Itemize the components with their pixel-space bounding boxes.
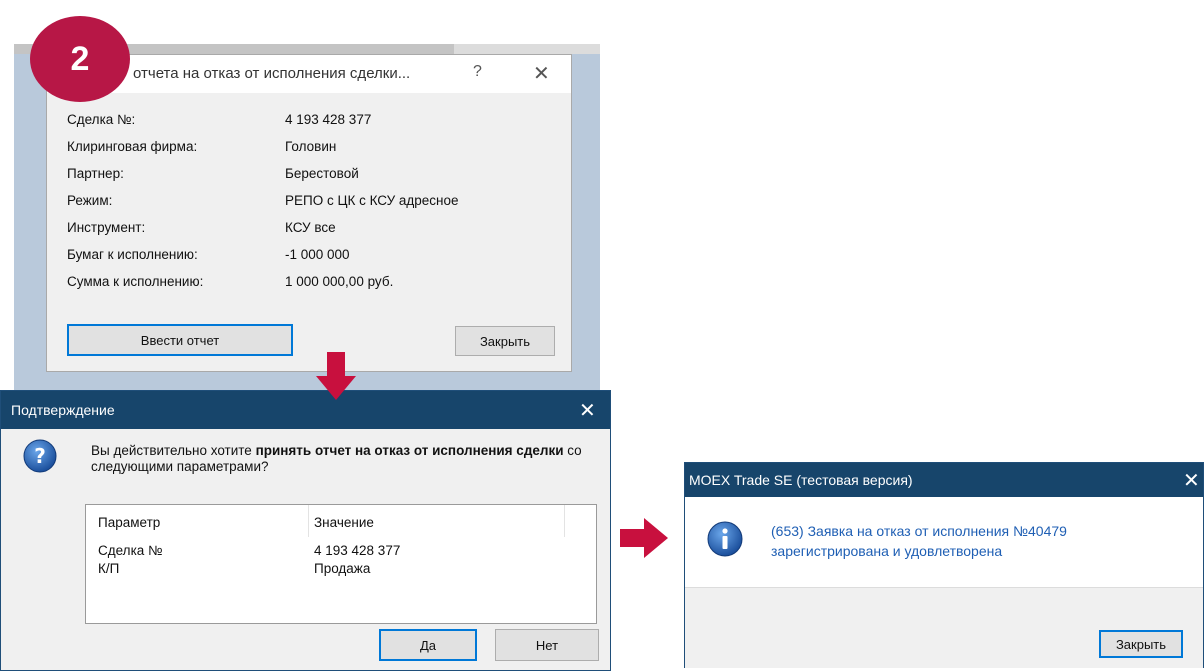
confirmation-dialog: Подтверждение ✕ ? Вы действительно хотит… [0,390,611,671]
close-button[interactable]: Закрыть [1099,630,1183,658]
field-label-instrument: Инструмент: [67,220,146,235]
field-label-deal: Сделка №: [67,112,136,127]
table-cell-param-side: К/П [98,561,120,576]
parameters-table: Параметр Значение Сделка № 4 193 428 377… [85,504,597,624]
field-label-securities: Бумаг к исполнению: [67,247,198,262]
field-value-instrument: КСУ все [285,220,336,235]
field-value-mode: РЕПО с ЦК с КСУ адресное [285,193,459,208]
field-label-amount: Сумма к исполнению: [67,274,204,289]
info-icon [707,521,743,557]
background-app-bottom [14,372,600,390]
confirmation-message: Вы действительно хотите принять отчет на… [91,443,591,475]
close-icon[interactable]: ✕ [579,398,596,423]
confirmation-titlebar: Подтверждение ✕ [1,391,610,429]
background-app-bar-right [454,44,600,54]
close-icon[interactable]: ✕ [533,61,550,86]
info-title: MOEX Trade SE (тестовая версия) [689,472,913,488]
info-titlebar: MOEX Trade SE (тестовая версия) ✕ [685,463,1203,497]
question-icon: ? [23,439,57,473]
table-header-parameter[interactable]: Параметр [98,515,160,530]
svg-text:?: ? [34,444,46,468]
column-separator [308,505,309,537]
confirmation-message-bold: принять отчет на отказ от исполнения сде… [255,443,564,458]
field-value-partner: Берестовой [285,166,359,181]
confirmation-title: Подтверждение [11,402,115,418]
info-footer: Закрыть [685,587,1203,668]
report-dialog-title: отчета на отказ от исполнения сделки... [133,65,411,82]
info-message-line1: (653) Заявка на отказ от исполнения №404… [771,523,1067,539]
help-icon[interactable]: ? [473,63,482,81]
table-header-value[interactable]: Значение [314,515,374,530]
info-message: (653) Заявка на отказ от исполнения №404… [771,521,1191,561]
step-badge: 2 [30,16,130,102]
column-separator[interactable] [564,505,565,537]
info-dialog: MOEX Trade SE (тестовая версия) ✕ (653) … [684,462,1204,668]
field-value-securities: -1 000 000 [285,247,350,262]
field-value-deal: 4 193 428 377 [285,112,372,127]
arrow-down-icon [316,352,356,400]
field-label-mode: Режим: [67,193,113,208]
background-app-left [14,54,46,390]
confirmation-message-prefix: Вы действительно хотите [91,443,256,458]
table-cell-value-deal: 4 193 428 377 [314,543,401,558]
table-cell-param-deal: Сделка № [98,543,163,558]
report-dialog: отчета на отказ от исполнения сделки... … [46,54,572,372]
field-label-clearing-firm: Клиринговая фирма: [67,139,198,154]
yes-button[interactable]: Да [379,629,477,661]
field-value-amount: 1 000 000,00 руб. [285,274,394,289]
no-button[interactable]: Нет [495,629,599,661]
field-value-clearing-firm: Головин [285,139,337,154]
close-icon[interactable]: ✕ [1183,468,1200,493]
table-cell-value-side: Продажа [314,561,371,576]
arrow-right-icon [620,518,668,558]
info-message-line2: зарегистрирована и удовлетворена [771,543,1003,559]
field-label-partner: Партнер: [67,166,124,181]
submit-report-button[interactable]: Ввести отчет [67,324,293,356]
close-button[interactable]: Закрыть [455,326,555,356]
background-app-right [572,54,600,390]
